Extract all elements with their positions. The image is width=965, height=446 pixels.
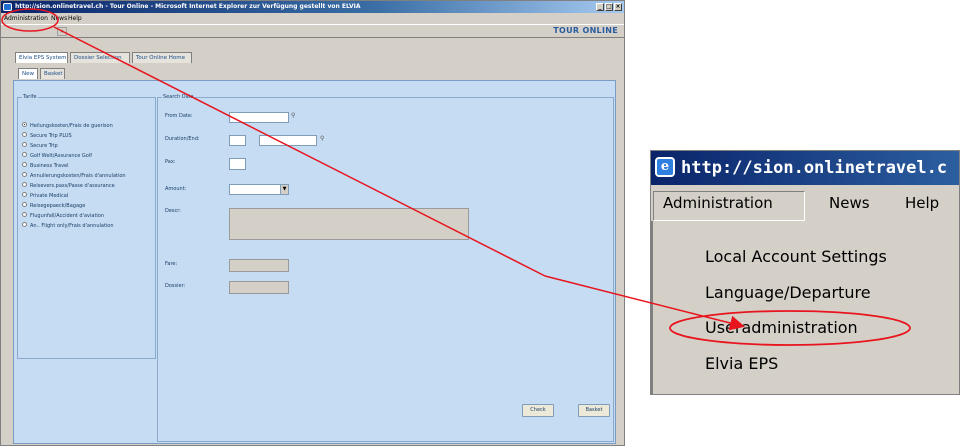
zoom-menu-help[interactable]: Help xyxy=(905,185,939,221)
radio-label: Reisegepaeck/Bagage xyxy=(30,203,86,209)
ie-logo-icon: e xyxy=(655,157,675,177)
radio-option[interactable]: Business Travel xyxy=(22,162,69,170)
zoom-title: http://sion.onlinetravel.c xyxy=(681,158,948,178)
pax-label: Pax: xyxy=(165,159,176,165)
fare-label: Fare: xyxy=(165,261,178,267)
zoom-admin-menu-pressed xyxy=(653,191,805,221)
amount-select[interactable]: ▼ xyxy=(229,184,289,195)
check-button[interactable]: Check xyxy=(522,404,554,417)
radio-label: An.. Flight only/Frais d'annulation xyxy=(30,223,114,229)
radio-option[interactable]: Secure Trip PLUS xyxy=(22,132,72,140)
tarife-group: Tarife Heilungskosten/Frais de guerison … xyxy=(17,94,156,359)
tab-tour-online-home[interactable]: Tour Online Home xyxy=(132,52,192,63)
radio-button[interactable] xyxy=(22,222,27,227)
from-date-label: From Date: xyxy=(165,113,193,119)
window-title: http://sion.onlinetravel.ch - Tour Onlin… xyxy=(15,3,361,10)
radio-button[interactable] xyxy=(22,172,27,177)
radio-button[interactable] xyxy=(22,122,27,127)
calendar-search-icon[interactable]: ⚲ xyxy=(291,113,295,119)
end-date-input[interactable] xyxy=(259,135,317,146)
tab-new[interactable]: New xyxy=(18,68,38,79)
menu-bar: Administration News Help xyxy=(1,13,624,24)
radio-button[interactable] xyxy=(22,202,27,207)
radio-option[interactable]: Private Medical xyxy=(22,192,69,200)
radio-label: Private Medical xyxy=(30,193,69,199)
radio-option[interactable]: Secure Trip xyxy=(22,142,58,150)
radio-option[interactable]: Reisevers.pass/Passe d'assurance xyxy=(22,182,115,190)
dossier-field xyxy=(229,281,289,294)
radio-label: Secure Trip PLUS xyxy=(30,133,72,139)
radio-option[interactable]: Flugunfall/Accident d'aviation xyxy=(22,212,105,220)
ie-logo-icon xyxy=(3,3,12,11)
toolbar: » TOUR ONLINE xyxy=(1,24,624,38)
menu-item-elvia-eps[interactable]: Elvia EPS xyxy=(705,354,778,374)
basket-button[interactable]: Basket xyxy=(578,404,610,417)
tab-basket[interactable]: Basket xyxy=(40,68,65,79)
radio-label: Secure Trip xyxy=(30,143,58,149)
radio-button[interactable] xyxy=(22,192,27,197)
radio-option[interactable]: An.. Flight only/Frais d'annulation xyxy=(22,222,114,230)
radio-button[interactable] xyxy=(22,182,27,187)
close-button[interactable]: × xyxy=(614,3,622,11)
amount-label: Amount: xyxy=(165,186,187,192)
dossier-label: Dossier: xyxy=(165,283,186,289)
radio-option[interactable]: Golf Welt/Assurance Golf xyxy=(22,152,93,160)
radio-button[interactable] xyxy=(22,132,27,137)
menu-item-local-account-settings[interactable]: Local Account Settings xyxy=(705,247,887,267)
radio-option[interactable]: Annulierungskosten/Frais d'annulation xyxy=(22,172,126,180)
form-panel: Tarife Heilungskosten/Frais de guerison … xyxy=(13,80,616,444)
radio-label: Annulierungskosten/Frais d'annulation xyxy=(30,173,126,179)
radio-button[interactable] xyxy=(22,162,27,167)
search-data-group: Search Data From Date: ⚲ Duration/End: ⚲… xyxy=(157,94,614,442)
maximize-button[interactable]: □ xyxy=(605,3,613,11)
tarife-legend: Tarife xyxy=(22,94,38,101)
brand-logo: TOUR ONLINE xyxy=(553,26,618,35)
pax-input[interactable] xyxy=(229,158,246,170)
menu-administration[interactable]: Administration xyxy=(4,13,48,24)
browser-window: http://sion.onlinetravel.ch - Tour Onlin… xyxy=(0,0,625,446)
menu-item-language-departure[interactable]: Language/Departure xyxy=(705,283,871,303)
descr-field xyxy=(229,208,469,240)
radio-option[interactable]: Heilungskosten/Frais de guerison xyxy=(22,122,113,130)
radio-label: Golf Welt/Assurance Golf xyxy=(30,153,93,159)
radio-label: Flugunfall/Accident d'aviation xyxy=(30,213,105,219)
menu-help[interactable]: Help xyxy=(68,13,82,24)
radio-button[interactable] xyxy=(22,212,27,217)
descr-label: Descr: xyxy=(165,208,181,214)
radio-label: Business Travel xyxy=(30,163,69,169)
tab-dossier-selection[interactable]: Dossier Selection xyxy=(70,52,130,63)
tab-elvia-eps-system[interactable]: Elvia EPS System xyxy=(15,52,68,63)
title-bar: http://sion.onlinetravel.ch - Tour Onlin… xyxy=(1,1,624,13)
radio-button[interactable] xyxy=(22,152,27,157)
zoom-dropdown: Local Account Settings Language/Departur… xyxy=(651,221,959,394)
zoom-callout: e http://sion.onlinetravel.c Administrat… xyxy=(650,150,960,395)
radio-label: Reisevers.pass/Passe d'assurance xyxy=(30,183,115,189)
minimize-button[interactable]: _ xyxy=(596,3,604,11)
from-date-input[interactable] xyxy=(229,112,289,123)
radio-button[interactable] xyxy=(22,142,27,147)
duration-end-label: Duration/End: xyxy=(165,136,200,142)
calendar-search-icon[interactable]: ⚲ xyxy=(320,136,324,142)
zoom-title-bar: e http://sion.onlinetravel.c xyxy=(651,151,959,185)
toolbar-chevron-button[interactable]: » xyxy=(57,27,67,36)
menu-item-useradministration[interactable]: Useradministration xyxy=(705,318,858,338)
radio-label: Heilungskosten/Frais de guerison xyxy=(30,123,113,129)
chevron-down-icon[interactable]: ▼ xyxy=(280,185,288,194)
radio-option[interactable]: Reisegepaeck/Bagage xyxy=(22,202,86,210)
duration-input[interactable] xyxy=(229,135,246,146)
zoom-menu-news[interactable]: News xyxy=(829,185,870,221)
menu-news[interactable]: News xyxy=(51,13,67,24)
fare-field xyxy=(229,259,289,272)
search-data-legend: Search Data xyxy=(162,94,195,101)
